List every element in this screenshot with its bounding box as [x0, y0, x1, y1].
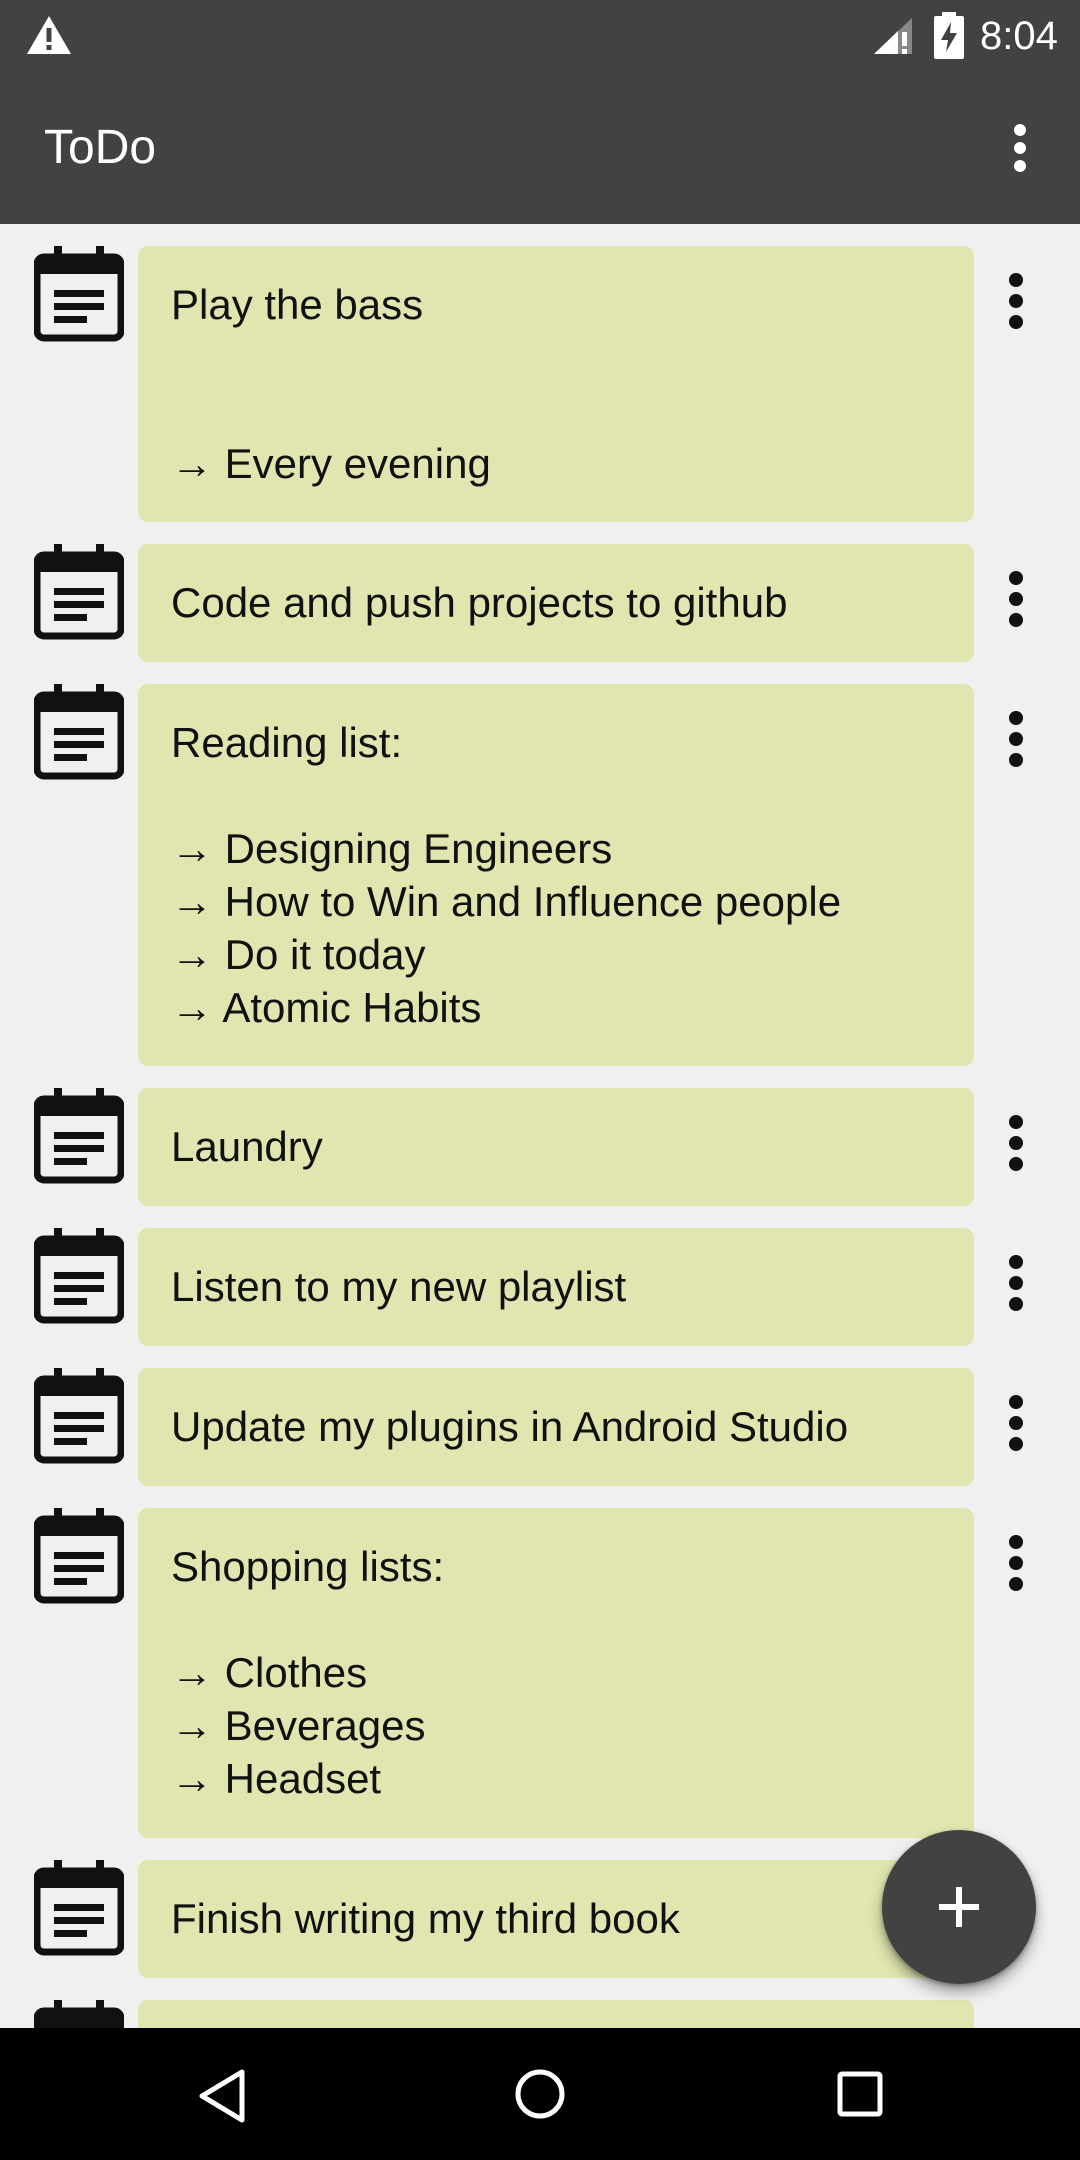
nav-bar	[0, 2028, 1080, 2160]
todo-card[interactable]: Shopping lists: → Clothes → Beverages → …	[138, 1508, 974, 1838]
more-vert-icon[interactable]	[992, 704, 1040, 774]
more-vert-icon[interactable]	[992, 564, 1040, 634]
battery-charging-icon	[934, 12, 964, 59]
todo-card[interactable]: Code and push projects to github	[138, 544, 974, 662]
status-time: 8:04	[980, 14, 1058, 58]
todo-card[interactable]	[138, 2000, 974, 2028]
calendar-note-icon	[34, 2000, 124, 2028]
home-icon[interactable]	[514, 2068, 566, 2120]
signal-icon	[874, 18, 912, 54]
todo-list[interactable]: Play the bass → Every evening Code and p…	[0, 224, 1080, 2028]
more-vert-icon[interactable]	[992, 1248, 1040, 1318]
back-icon[interactable]	[196, 2068, 248, 2124]
more-vert-icon[interactable]	[992, 1108, 1040, 1178]
app-bar: ToDo	[0, 72, 1080, 224]
more-vert-icon[interactable]	[996, 112, 1044, 184]
todo-card[interactable]: Laundry	[138, 1088, 974, 1206]
calendar-note-icon	[34, 1860, 124, 1956]
more-vert-icon[interactable]	[992, 266, 1040, 336]
calendar-note-icon	[34, 1368, 124, 1464]
app-title: ToDo	[44, 121, 157, 174]
calendar-note-icon	[34, 544, 124, 640]
todo-card[interactable]: Update my plugins in Android Studio	[138, 1368, 974, 1486]
warning-icon	[27, 16, 71, 54]
calendar-note-icon	[34, 1088, 124, 1184]
more-vert-icon[interactable]	[992, 1528, 1040, 1598]
more-vert-icon[interactable]	[992, 1388, 1040, 1458]
calendar-note-icon	[34, 684, 124, 780]
todo-card[interactable]: Finish writing my third book	[138, 1860, 974, 1978]
todo-card[interactable]: Reading list: → Designing Engineers → Ho…	[138, 684, 974, 1066]
recents-icon[interactable]	[836, 2070, 884, 2118]
calendar-note-icon	[34, 1508, 124, 1604]
status-bar: 8:04	[0, 0, 1080, 72]
todo-card[interactable]: Listen to my new playlist	[138, 1228, 974, 1346]
add-button[interactable]	[882, 1830, 1036, 1984]
todo-card[interactable]: Play the bass → Every evening	[138, 246, 974, 522]
calendar-note-icon	[34, 1228, 124, 1324]
add-icon	[939, 1887, 979, 1927]
calendar-note-icon	[34, 246, 124, 342]
